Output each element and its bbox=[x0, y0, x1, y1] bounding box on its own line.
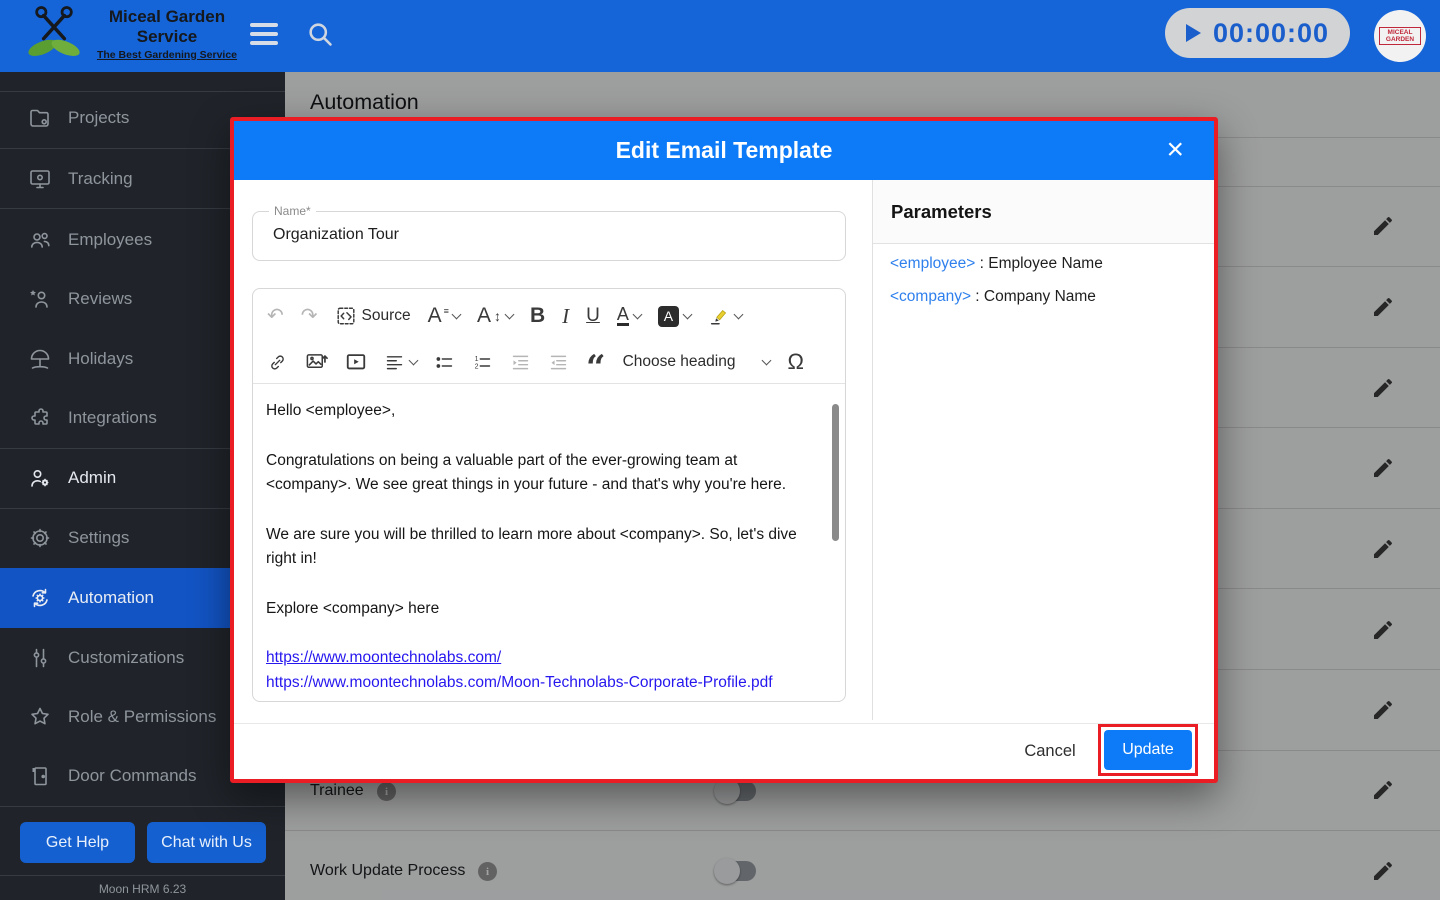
font-family-dropdown[interactable]: A≡ bbox=[428, 306, 460, 326]
avatar-logo-text: MICEAL GARDEN bbox=[1379, 27, 1421, 45]
modal-header: Edit Email Template × bbox=[234, 121, 1214, 180]
role-star-icon bbox=[28, 705, 52, 729]
logo-title: Miceal Garden Service bbox=[97, 7, 237, 46]
editor-link[interactable]: https://www.moontechnolabs.com/Moon-Tech… bbox=[266, 671, 821, 696]
parameter-item: <employee> : Employee Name bbox=[890, 255, 1103, 273]
parameter-tag: <employee> bbox=[890, 255, 975, 272]
sidebar-item-label: Reviews bbox=[68, 289, 132, 309]
special-character-icon[interactable]: Ω bbox=[787, 352, 803, 372]
chat-with-us-button[interactable]: Chat with Us bbox=[147, 822, 266, 863]
parameter-tag: <company> bbox=[890, 288, 971, 305]
editor-paragraph: Explore <company> here bbox=[266, 597, 821, 622]
svg-text:1: 1 bbox=[475, 356, 479, 363]
reviews-person-star-icon bbox=[28, 287, 52, 311]
user-avatar[interactable]: MICEAL GARDEN bbox=[1374, 10, 1426, 62]
pane-divider bbox=[872, 180, 873, 720]
menu-hamburger-icon[interactable] bbox=[250, 23, 278, 47]
app-version: Moon HRM 6.23 bbox=[0, 882, 285, 896]
indent-icon[interactable] bbox=[510, 352, 531, 373]
customizations-sliders-icon bbox=[28, 646, 52, 670]
settings-gear-icon bbox=[28, 526, 52, 550]
holidays-umbrella-icon bbox=[28, 347, 52, 371]
undo-icon[interactable]: ↶ bbox=[267, 306, 284, 326]
footer-divider bbox=[234, 723, 1214, 724]
parameters-header: Parameters bbox=[873, 180, 1214, 244]
update-button[interactable]: Update bbox=[1104, 730, 1192, 770]
employees-people-icon bbox=[28, 228, 52, 252]
name-field-value: Organization Tour bbox=[273, 226, 399, 244]
editor-link[interactable]: https://www.moontechnolabs.com/ bbox=[266, 646, 821, 671]
alignment-dropdown[interactable] bbox=[384, 352, 417, 373]
integrations-puzzle-icon bbox=[28, 406, 52, 430]
numbered-list-icon[interactable]: 12 bbox=[472, 352, 493, 373]
insert-media-icon[interactable] bbox=[345, 351, 367, 373]
editor-paragraph: Congratulations on being a valuable part… bbox=[266, 449, 821, 498]
highlight-pen-icon bbox=[708, 305, 730, 327]
email-body-editor[interactable]: Hello <employee>, Congratulations on bei… bbox=[253, 384, 845, 702]
editor-toolbar-row1: ↶ ↷ Source A≡ A↕ B I U A A bbox=[267, 299, 835, 333]
sidebar-item-label: Door Commands bbox=[68, 766, 197, 786]
background-color-dropdown[interactable]: A bbox=[658, 306, 691, 327]
tracking-monitor-icon bbox=[28, 167, 52, 191]
insert-image-icon[interactable] bbox=[305, 351, 328, 374]
close-icon[interactable]: × bbox=[1166, 131, 1184, 169]
redo-icon[interactable]: ↷ bbox=[301, 306, 318, 326]
sidebar-item-label: Integrations bbox=[68, 408, 157, 428]
update-button-annotation: Update bbox=[1098, 724, 1198, 776]
sidebar-item-label: Holidays bbox=[68, 349, 133, 369]
sidebar-item-label: Admin bbox=[68, 468, 116, 488]
svg-text:2: 2 bbox=[475, 363, 479, 370]
editor-paragraph: Hello <employee>, bbox=[266, 399, 821, 424]
scissors-logo-icon bbox=[26, 4, 82, 64]
modal-title: Edit Email Template bbox=[616, 137, 833, 164]
parameter-item: <company> : Company Name bbox=[890, 288, 1096, 306]
time-tracker-button[interactable]: 00:00:00 bbox=[1165, 8, 1350, 58]
editor-scrollbar[interactable] bbox=[832, 404, 839, 541]
sidebar-item-label: Role & Permissions bbox=[68, 707, 216, 727]
heading-dropdown[interactable]: Choose heading bbox=[623, 353, 771, 371]
bulleted-list-icon[interactable] bbox=[434, 352, 455, 373]
sidebar-item-label: Tracking bbox=[68, 169, 133, 189]
company-logo[interactable]: Miceal Garden Service The Best Gardening… bbox=[26, 4, 252, 64]
parameter-description: Company Name bbox=[984, 288, 1096, 305]
parameters-title: Parameters bbox=[891, 201, 992, 223]
logo-tagline: The Best Gardening Service bbox=[82, 49, 252, 61]
italic-button[interactable]: I bbox=[562, 306, 569, 326]
sidebar-item-label: Customizations bbox=[68, 648, 184, 668]
search-icon[interactable] bbox=[306, 20, 334, 48]
automation-gear-sync-icon bbox=[28, 586, 52, 610]
top-app-bar: Miceal Garden Service The Best Gardening… bbox=[0, 0, 1440, 72]
bold-button[interactable]: B bbox=[530, 306, 545, 326]
highlight-dropdown[interactable] bbox=[708, 305, 742, 327]
sidebar-item-label: Settings bbox=[68, 528, 129, 548]
sidebar-item-label: Automation bbox=[68, 588, 154, 608]
rich-text-editor: ↶ ↷ Source A≡ A↕ B I U A A bbox=[252, 288, 846, 702]
outdent-icon[interactable] bbox=[548, 352, 569, 373]
source-button[interactable]: Source bbox=[335, 305, 411, 327]
editor-paragraph: We are sure you will be thrilled to lear… bbox=[266, 523, 821, 572]
admin-person-gear-icon bbox=[28, 466, 52, 490]
timer-value: 00:00:00 bbox=[1213, 18, 1329, 49]
underline-button[interactable]: U bbox=[586, 306, 600, 326]
font-color-dropdown[interactable]: A bbox=[617, 306, 641, 326]
editor-toolbar-row2: 12 “ Choose heading Ω bbox=[267, 345, 835, 379]
name-input[interactable]: Name* Organization Tour bbox=[252, 211, 846, 261]
get-help-button[interactable]: Get Help bbox=[20, 822, 135, 863]
parameter-description: Employee Name bbox=[988, 255, 1103, 272]
edit-email-template-modal: Edit Email Template × Name* Organization… bbox=[230, 117, 1218, 783]
name-field-label: Name* bbox=[269, 204, 316, 218]
projects-folder-icon bbox=[28, 106, 52, 130]
cancel-button[interactable]: Cancel bbox=[1014, 736, 1086, 766]
sidebar-item-label: Employees bbox=[68, 230, 152, 250]
blockquote-icon[interactable]: “ bbox=[586, 351, 606, 373]
app-window: Miceal Garden Service The Best Gardening… bbox=[0, 0, 1440, 900]
door-icon bbox=[28, 764, 52, 788]
play-icon bbox=[1186, 24, 1201, 42]
link-icon[interactable] bbox=[267, 352, 288, 373]
sidebar-item-label: Projects bbox=[68, 108, 129, 128]
source-code-icon bbox=[335, 305, 357, 327]
font-size-dropdown[interactable]: A↕ bbox=[477, 306, 513, 326]
